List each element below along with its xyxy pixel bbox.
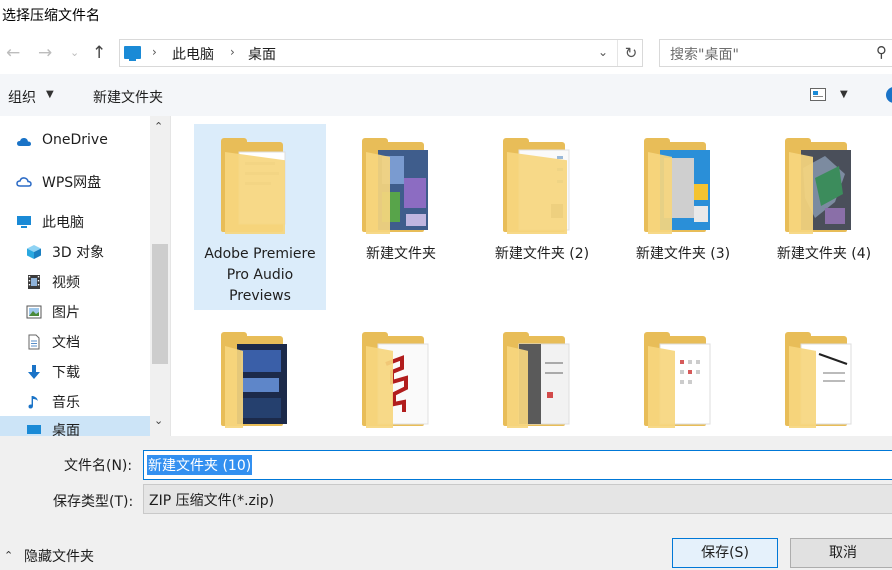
hide-folders-toggle[interactable]: 隐藏文件夹 [24, 546, 94, 566]
folder-tile-new-folder[interactable]: 新建文件夹 [335, 124, 467, 310]
collapse-chevron-icon[interactable]: ⌃ [4, 549, 13, 562]
sidebar-item-pictures[interactable]: 图片 [0, 298, 150, 326]
scroll-up-icon[interactable]: ⌃ [154, 120, 163, 133]
folder-tile[interactable] [335, 318, 467, 436]
sidebar-item-label: 3D 对象 [52, 245, 105, 261]
navigation-bar: ← → ⌄ ↑ › 此电脑 › 桌面 ⌄ ↻ 搜索"桌面" ⚲ [0, 34, 892, 74]
file-list-view: Adobe Premiere Pro Audio Previews 新建文件夹 … [171, 116, 892, 436]
filename-value[interactable]: 新建文件夹 (10) [147, 455, 253, 475]
folder-name: 新建文件夹 [366, 246, 436, 262]
filetype-select[interactable]: ZIP 压缩文件(*.zip) [143, 484, 892, 514]
document-icon [28, 334, 40, 350]
sidebar-scrollbar[interactable]: ⌃ ⌄ [150, 116, 170, 436]
help-icon[interactable] [886, 87, 892, 103]
save-form: 文件名(N): 新建文件夹 (10) 保存类型(T): ZIP 压缩文件(*.z… [0, 436, 892, 570]
organize-menu-button[interactable]: 组织 [8, 87, 36, 107]
cube-icon [27, 245, 41, 259]
scroll-down-icon[interactable]: ⌄ [154, 414, 163, 427]
filename-input[interactable]: 新建文件夹 (10) [143, 450, 892, 480]
sidebar-item-label: 下载 [52, 365, 80, 381]
cloud-icon [17, 137, 31, 146]
folder-icon [785, 138, 861, 234]
film-icon [28, 275, 40, 289]
sidebar-item-label: 音乐 [52, 395, 80, 411]
search-icon[interactable]: ⚲ [876, 43, 887, 61]
window-title: 选择压缩文件名 [2, 8, 100, 24]
folder-tile[interactable] [194, 318, 326, 436]
picture-icon [26, 305, 42, 319]
sidebar-item-wps-cloud[interactable]: WPS网盘 [0, 168, 150, 196]
cloud-outline-icon [16, 177, 32, 187]
folder-icon [644, 332, 720, 428]
folder-tile-new-folder-3[interactable]: 新建文件夹 (3) [617, 124, 749, 310]
folder-icon [785, 332, 861, 428]
address-bar[interactable]: › 此电脑 › 桌面 ⌄ ↻ [119, 39, 643, 67]
folder-tile-new-folder-4[interactable]: 新建文件夹 (4) [758, 124, 890, 310]
folder-icon [362, 138, 438, 234]
refresh-icon[interactable]: ↻ [617, 40, 644, 66]
sidebar-item-downloads[interactable]: 下载 [0, 358, 150, 386]
new-folder-button[interactable]: 新建文件夹 [93, 87, 163, 107]
sidebar-item-onedrive[interactable]: OneDrive [0, 128, 150, 156]
sidebar-item-3d-objects[interactable]: 3D 对象 [0, 238, 150, 266]
folder-name: 新建文件夹 (2) [494, 246, 590, 262]
folder-icon [503, 138, 579, 234]
download-arrow-icon [28, 365, 40, 379]
sidebar-item-documents[interactable]: 文档 [0, 328, 150, 356]
folder-name: Adobe Premiere Pro Audio Previews [204, 246, 316, 304]
sidebar-item-label: 文档 [52, 335, 80, 351]
computer-icon [124, 46, 141, 61]
view-options-icon[interactable] [810, 88, 826, 101]
sidebar-item-label: OneDrive [42, 132, 108, 148]
sidebar-item-label: 视频 [52, 275, 80, 291]
forward-arrow-icon[interactable]: → [38, 43, 52, 63]
save-button[interactable]: 保存(S) [672, 538, 778, 568]
recent-locations-chevron-icon[interactable]: ⌄ [70, 46, 79, 59]
filename-label: 文件名(N): [64, 458, 133, 474]
sidebar-item-label: 此电脑 [42, 215, 84, 231]
organize-caret-icon[interactable]: ▼ [46, 89, 54, 100]
navigation-pane: OneDrive WPS网盘 此电脑 3D 对象 视频 图片 文档 下载 音乐 … [0, 116, 171, 444]
sidebar-item-this-pc[interactable]: 此电脑 [0, 208, 150, 236]
folder-icon [221, 332, 297, 428]
search-placeholder: 搜索"桌面" [670, 47, 739, 63]
sidebar-item-label: 图片 [52, 305, 80, 321]
search-input[interactable]: 搜索"桌面" ⚲ [659, 39, 892, 67]
address-dropdown-chevron-icon[interactable]: ⌄ [598, 45, 608, 59]
folder-name: 新建文件夹 (3) [635, 246, 731, 262]
filetype-label: 保存类型(T): [53, 494, 134, 510]
folder-icon [362, 332, 438, 428]
title-bar: 选择压缩文件名 [0, 0, 892, 34]
folder-icon [503, 332, 579, 428]
folder-tile[interactable] [758, 318, 890, 436]
computer-icon [17, 216, 31, 228]
folder-tile[interactable] [476, 318, 608, 436]
sidebar-item-music[interactable]: 音乐 [0, 388, 150, 416]
back-arrow-icon[interactable]: ← [6, 43, 20, 63]
sidebar-item-label: WPS网盘 [42, 175, 102, 191]
filetype-value: ZIP 压缩文件(*.zip) [149, 493, 275, 509]
up-arrow-icon[interactable]: ↑ [92, 43, 106, 63]
command-toolbar: 组织 ▼ 新建文件夹 ▼ [0, 74, 892, 117]
sidebar-item-videos[interactable]: 视频 [0, 268, 150, 296]
breadcrumb-this-pc[interactable]: 此电脑 [172, 44, 214, 64]
folder-name: 新建文件夹 (4) [776, 246, 872, 262]
folder-tile-new-folder-2[interactable]: 新建文件夹 (2) [476, 124, 608, 310]
scrollbar-thumb[interactable] [152, 244, 168, 364]
view-options-caret-icon[interactable]: ▼ [840, 89, 848, 100]
folder-tile-adobe-premiere[interactable]: Adobe Premiere Pro Audio Previews [194, 124, 326, 310]
cancel-button[interactable]: 取消 [790, 538, 892, 568]
folder-tile[interactable] [617, 318, 749, 436]
music-note-icon [28, 396, 38, 409]
breadcrumb-desktop[interactable]: 桌面 [248, 44, 276, 64]
folder-icon [644, 138, 720, 234]
breadcrumb-separator-icon[interactable]: › [152, 45, 157, 59]
breadcrumb-separator-icon[interactable]: › [230, 45, 235, 59]
folder-icon [221, 138, 297, 234]
